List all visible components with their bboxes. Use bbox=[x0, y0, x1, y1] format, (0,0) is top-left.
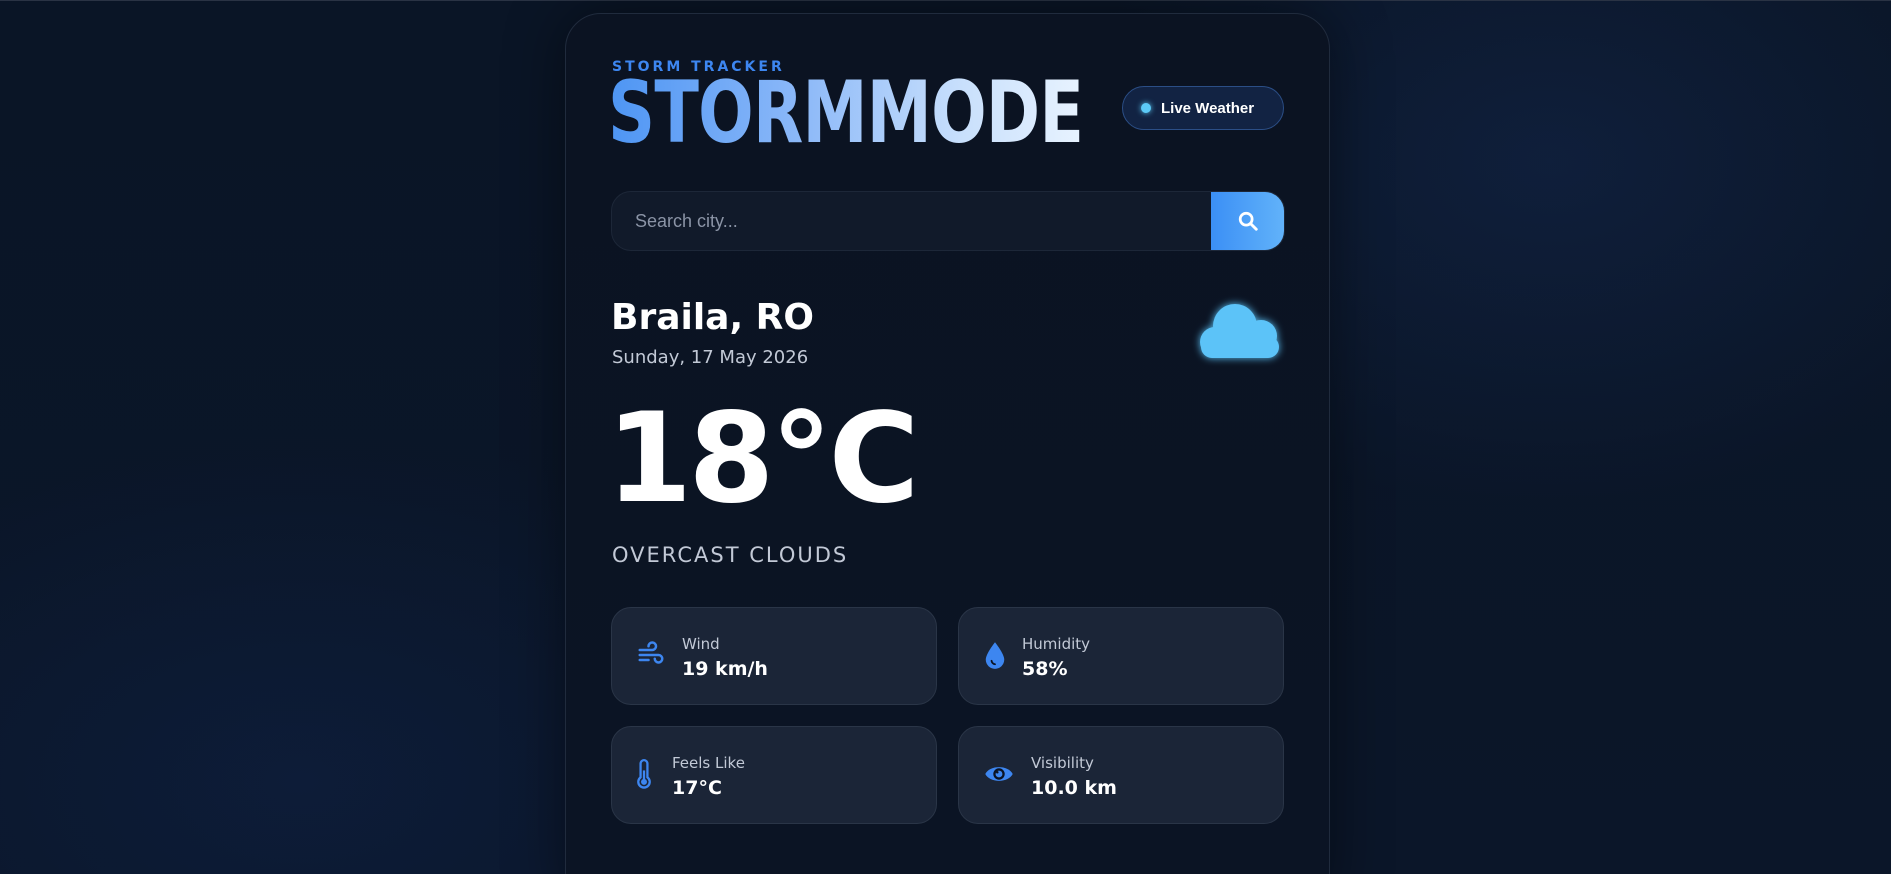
thermometer-icon bbox=[637, 759, 651, 789]
stat-card-wind: Wind 19 km/h bbox=[611, 607, 937, 705]
stat-value: 10.0 km bbox=[1031, 777, 1117, 799]
weather-condition: OVERCAST CLOUDS bbox=[612, 543, 849, 567]
stat-label: Wind bbox=[682, 635, 720, 653]
live-dot-icon bbox=[1141, 103, 1151, 113]
live-weather-badge: Live Weather bbox=[1122, 86, 1284, 130]
droplet-icon bbox=[985, 642, 1005, 669]
live-badge-label: Live Weather bbox=[1161, 99, 1255, 117]
current-temperature: 18°C bbox=[606, 387, 920, 531]
cloud-icon bbox=[1200, 304, 1279, 358]
weather-card: STORM TRACKER STORMMODE Live Weather Bra… bbox=[565, 13, 1330, 874]
stat-card-feels-like: Feels Like 17°C bbox=[611, 726, 937, 824]
wind-icon bbox=[638, 641, 664, 664]
stat-value: 58% bbox=[1022, 658, 1068, 680]
city-name: Braila, RO bbox=[611, 297, 814, 338]
app-title: STORMMODE bbox=[608, 63, 1084, 163]
search-input[interactable] bbox=[612, 192, 1212, 250]
search-bar bbox=[611, 191, 1285, 251]
current-date: Sunday, 17 May 2026 bbox=[612, 347, 809, 368]
stat-value: 19 km/h bbox=[682, 658, 768, 680]
search-icon bbox=[1238, 211, 1258, 231]
stat-label: Feels Like bbox=[672, 754, 745, 772]
stat-value: 17°C bbox=[672, 777, 722, 799]
eye-icon bbox=[985, 767, 1013, 781]
stat-card-humidity: Humidity 58% bbox=[958, 607, 1284, 705]
stat-label: Humidity bbox=[1022, 635, 1091, 653]
stat-card-visibility: Visibility 10.0 km bbox=[958, 726, 1284, 824]
search-button[interactable] bbox=[1211, 192, 1284, 250]
stat-label: Visibility bbox=[1031, 754, 1094, 772]
